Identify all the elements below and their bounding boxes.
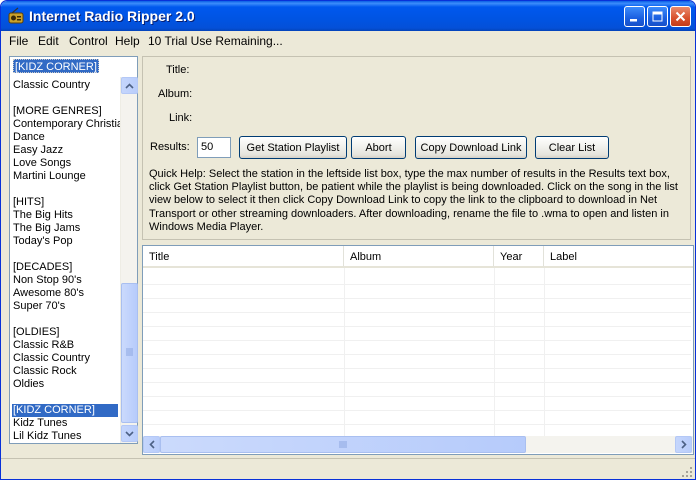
list-item[interactable]: Awesome 80's xyxy=(13,287,84,300)
list-item[interactable]: Contemporary Christian xyxy=(13,118,120,131)
menu-bar: File Edit Control Help 10 Trial Use Rema… xyxy=(1,31,695,51)
list-item[interactable]: Today's Pop xyxy=(13,235,73,248)
chevron-up-icon xyxy=(125,82,134,89)
table-grid-line xyxy=(143,298,691,299)
table-horizontal-scrollbar[interactable] xyxy=(143,436,693,453)
resize-grip-icon[interactable] xyxy=(681,466,693,478)
menu-control[interactable]: Control xyxy=(69,34,108,48)
table-grid-line xyxy=(143,354,691,355)
table-grid-line xyxy=(143,396,691,397)
list-item[interactable]: Non Stop 90's xyxy=(13,274,82,287)
table-grid-line xyxy=(143,340,691,341)
quick-help-text: Quick Help: Select the station in the le… xyxy=(149,168,678,233)
scroll-thumb[interactable] xyxy=(121,283,138,423)
window-title: Internet Radio Ripper 2.0 xyxy=(29,8,195,24)
results-count-input[interactable]: 50 xyxy=(197,137,231,158)
list-item[interactable]: Classic Country xyxy=(13,352,90,365)
column-header-year[interactable]: Year xyxy=(494,246,544,268)
scroll-up-button[interactable] xyxy=(121,77,138,94)
chevron-right-icon xyxy=(680,440,687,449)
selected-station-header: [KIDZ CORNER] xyxy=(13,59,99,73)
list-item[interactable]: Classic Country xyxy=(13,79,90,92)
column-header-label[interactable]: Label xyxy=(544,246,693,268)
results-label: Results: xyxy=(150,141,190,153)
column-divider xyxy=(494,268,495,436)
copy-download-link-button[interactable]: Copy Download Link xyxy=(415,136,527,159)
table-grid-line xyxy=(143,424,691,425)
grip-icon xyxy=(339,441,347,448)
horizontal-scroll-thumb[interactable] xyxy=(160,436,526,453)
clear-list-button[interactable]: Clear List xyxy=(535,136,609,159)
table-grid-line xyxy=(143,284,691,285)
album-label: Album: xyxy=(158,88,193,100)
list-item[interactable]: Easy Jazz xyxy=(13,144,63,157)
minimize-button[interactable] xyxy=(624,6,645,27)
menu-file[interactable]: File xyxy=(9,34,28,48)
list-item[interactable]: Classic R&B xyxy=(13,339,74,352)
close-button[interactable] xyxy=(670,6,691,27)
list-item[interactable]: Kidz Tunes xyxy=(13,417,67,430)
close-icon xyxy=(675,11,686,22)
radio-app-icon xyxy=(8,7,24,24)
list-item[interactable]: The Big Hits xyxy=(13,209,73,222)
abort-button[interactable]: Abort xyxy=(351,136,406,159)
list-item[interactable]: [MORE GENRES] xyxy=(13,105,102,118)
list-item[interactable]: Classic Rock xyxy=(13,365,77,378)
title-bar[interactable]: Internet Radio Ripper 2.0 xyxy=(1,1,695,31)
app-window: Internet Radio Ripper 2.0 File Edit Cont… xyxy=(0,0,696,480)
results-table[interactable]: Title Album Year Label xyxy=(142,245,694,455)
get-station-playlist-button[interactable]: Get Station Playlist xyxy=(239,136,347,159)
list-item[interactable]: [HITS] xyxy=(13,196,44,209)
list-item[interactable]: Dance xyxy=(13,131,45,144)
station-list[interactable]: Classic Country [MORE GENRES] Contemporar… xyxy=(10,77,120,443)
table-grid-line xyxy=(143,410,691,411)
maximize-icon xyxy=(652,11,663,22)
column-header-title[interactable]: Title xyxy=(143,246,344,268)
table-grid-line xyxy=(143,312,691,313)
table-grid-line xyxy=(143,326,691,327)
list-item[interactable]: [KIDZ CORNER] xyxy=(12,404,118,417)
list-item[interactable]: [OLDIES] xyxy=(13,326,59,339)
list-item[interactable]: The Big Jams xyxy=(13,222,80,235)
grip-icon xyxy=(126,348,133,356)
list-item[interactable]: [DECADES] xyxy=(13,261,72,274)
list-item[interactable]: Lil Kidz Tunes xyxy=(13,430,81,443)
title-label: Title: xyxy=(166,64,190,76)
column-header-album[interactable]: Album xyxy=(344,246,494,268)
status-bar xyxy=(1,458,695,479)
list-item[interactable]: Love Songs xyxy=(13,157,71,170)
table-grid-line xyxy=(143,382,691,383)
list-item[interactable]: Martini Lounge xyxy=(13,170,86,183)
menu-edit[interactable]: Edit xyxy=(38,34,59,48)
column-divider xyxy=(344,268,345,436)
link-label: Link: xyxy=(169,112,193,124)
station-listbox[interactable]: [KIDZ CORNER] Classic Country [MORE GENR… xyxy=(9,56,138,444)
column-divider xyxy=(544,268,545,436)
list-item[interactable]: Super 70's xyxy=(13,300,65,313)
menu-help[interactable]: Help xyxy=(115,34,140,48)
menu-trial[interactable]: 10 Trial Use Remaining... xyxy=(148,34,283,48)
maximize-button[interactable] xyxy=(647,6,668,27)
minimize-icon xyxy=(630,19,637,22)
scroll-right-button[interactable] xyxy=(675,436,692,453)
station-scrollbar[interactable] xyxy=(120,77,138,443)
chevron-down-icon xyxy=(125,430,134,437)
scroll-left-button[interactable] xyxy=(143,436,160,453)
chevron-left-icon xyxy=(148,440,155,449)
table-grid-line xyxy=(143,368,691,369)
scroll-down-button[interactable] xyxy=(121,425,138,442)
list-item[interactable]: Oldies xyxy=(13,378,44,391)
